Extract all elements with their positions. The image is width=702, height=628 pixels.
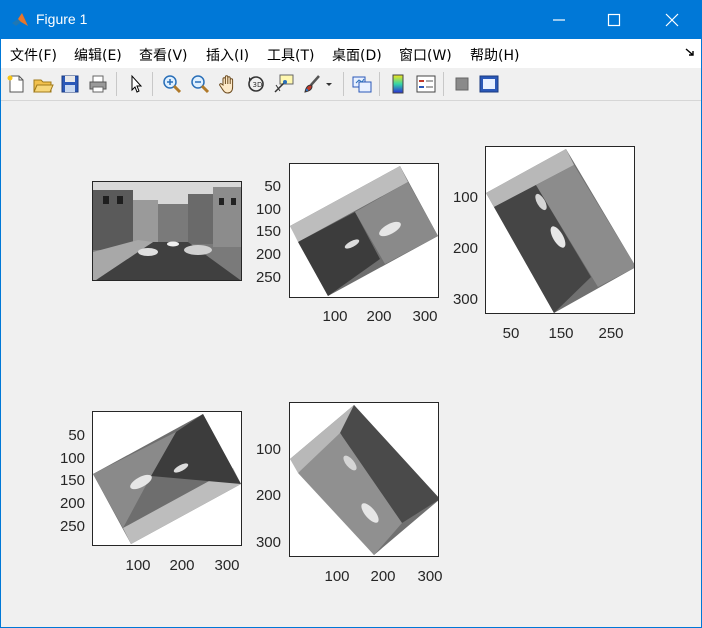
toolbar-separator [152, 72, 153, 96]
hide-plot-tools-icon[interactable] [451, 73, 473, 95]
axes-rotated-image-4[interactable] [289, 402, 439, 557]
x-tick-label: 250 [598, 325, 624, 342]
y-tick-label: 200 [255, 246, 281, 263]
figure-window: Figure 1 文件(F) 编辑(E) 查看(V) 插入(I) 工具(T) 桌… [0, 0, 702, 628]
data-cursor-icon[interactable] [273, 73, 295, 95]
insert-legend-icon[interactable] [415, 73, 437, 95]
y-tick-label: 300 [452, 291, 478, 308]
svg-text:3D: 3D [253, 81, 263, 89]
menu-file[interactable]: 文件(F) [10, 45, 57, 65]
menu-bar: 文件(F) 编辑(E) 查看(V) 插入(I) 工具(T) 桌面(D) 窗口(W… [1, 39, 701, 68]
y-tick-label: 200 [255, 487, 281, 504]
menu-desktop[interactable]: 桌面(D) [332, 45, 382, 65]
rotate-3d-icon[interactable]: 3D [245, 73, 267, 95]
show-plot-tools-icon[interactable] [478, 73, 500, 95]
y-tick-label: 250 [255, 269, 281, 286]
menu-tools[interactable]: 工具(T) [267, 45, 314, 65]
brush-dropdown-icon[interactable] [323, 73, 335, 95]
figure-toolbar: 3D [1, 68, 701, 101]
y-tick-label: 150 [59, 472, 85, 489]
y-tick-label: 300 [255, 534, 281, 551]
y-tick-label: 250 [59, 518, 85, 535]
x-tick-label: 300 [417, 568, 443, 585]
axes-rotated-image-3[interactable] [92, 411, 242, 546]
window-title: Figure 1 [36, 11, 88, 27]
y-tick-label: 100 [452, 189, 478, 206]
x-tick-label: 100 [324, 568, 350, 585]
x-tick-label: 50 [502, 325, 520, 342]
y-tick-label: 100 [255, 201, 281, 218]
minimize-button[interactable] [536, 1, 582, 39]
y-tick-label: 50 [68, 427, 85, 444]
x-tick-label: 200 [169, 557, 195, 574]
maximize-button[interactable] [591, 1, 637, 39]
axes-rotated-image-2[interactable] [485, 146, 635, 314]
matlab-logo-icon [12, 13, 28, 26]
new-figure-icon[interactable] [5, 73, 27, 95]
open-file-icon[interactable] [32, 73, 54, 95]
original-image [93, 182, 241, 280]
y-tick-label: 100 [255, 441, 281, 458]
link-plot-icon[interactable] [351, 73, 373, 95]
zoom-in-icon[interactable] [161, 73, 183, 95]
menu-help[interactable]: 帮助(H) [470, 45, 519, 65]
select-pointer-icon[interactable] [125, 73, 147, 95]
x-tick-label: 300 [214, 557, 240, 574]
brush-icon[interactable] [301, 73, 323, 95]
y-tick-label: 200 [452, 240, 478, 257]
rotated-image-4 [290, 403, 438, 556]
print-icon[interactable] [87, 73, 109, 95]
menu-edit[interactable]: 编辑(E) [74, 45, 122, 65]
y-tick-label: 200 [59, 495, 85, 512]
figure-canvas: 50 100 150 200 250 100 200 300 100 200 3… [1, 101, 701, 627]
x-tick-label: 150 [548, 325, 574, 342]
toolbar-separator [379, 72, 380, 96]
y-tick-label: 100 [59, 450, 85, 467]
rotated-image-2 [486, 147, 634, 313]
rotated-image-3 [93, 412, 241, 545]
menu-window[interactable]: 窗口(W) [399, 45, 452, 65]
y-tick-label: 50 [264, 178, 281, 195]
x-tick-label: 200 [370, 568, 396, 585]
insert-colorbar-icon[interactable] [387, 73, 409, 95]
x-tick-label: 300 [412, 308, 438, 325]
zoom-out-icon[interactable] [189, 73, 211, 95]
close-icon [665, 13, 679, 27]
toolbar-separator [443, 72, 444, 96]
axes-rotated-image-1[interactable] [289, 163, 439, 298]
x-tick-label: 200 [366, 308, 392, 325]
menu-insert[interactable]: 插入(I) [206, 45, 249, 65]
save-icon[interactable] [59, 73, 81, 95]
pan-hand-icon[interactable] [217, 73, 239, 95]
x-tick-label: 100 [322, 308, 348, 325]
toolbar-separator [343, 72, 344, 96]
menu-overflow-icon[interactable] [685, 47, 695, 57]
menu-view[interactable]: 查看(V) [139, 45, 188, 65]
y-tick-label: 150 [255, 223, 281, 240]
title-bar[interactable]: Figure 1 [1, 1, 701, 39]
x-tick-label: 100 [125, 557, 151, 574]
minimize-icon [553, 19, 565, 21]
maximize-icon [607, 13, 621, 27]
close-button[interactable] [649, 1, 695, 39]
axes-original-image[interactable] [92, 181, 242, 281]
rotated-image-1 [290, 164, 438, 297]
toolbar-separator [116, 72, 117, 96]
